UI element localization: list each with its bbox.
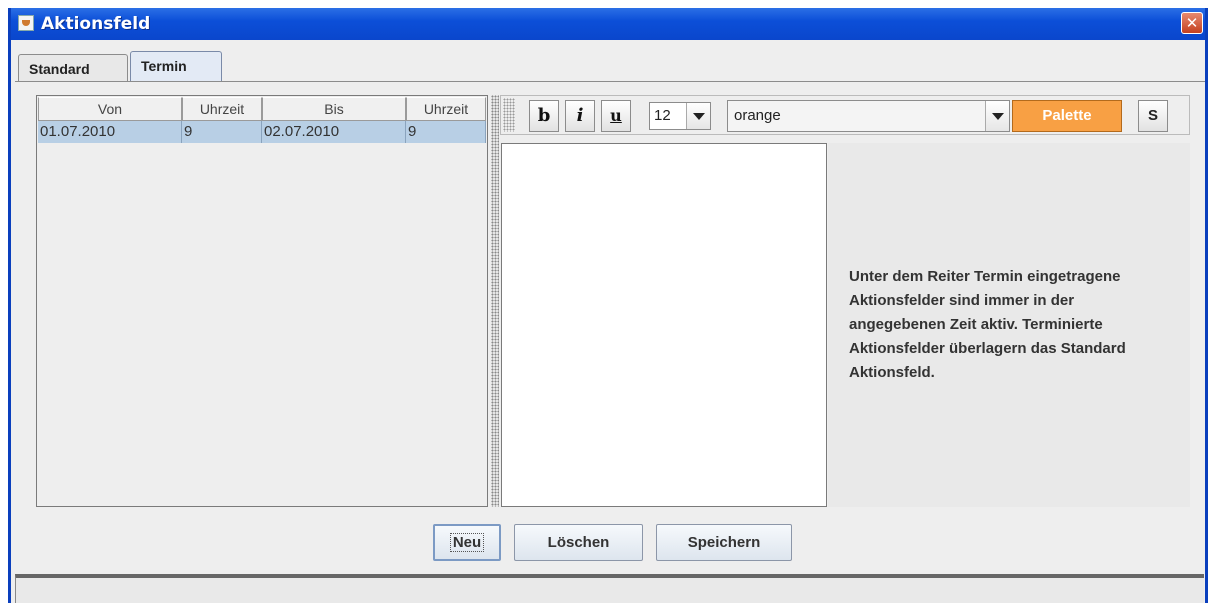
title-bar[interactable]: Aktionsfeld ✕ (11, 8, 1205, 40)
column-header-uhrzeit-from[interactable]: Uhrzeit (182, 97, 262, 121)
save-button[interactable]: Speichern (656, 524, 792, 561)
font-size-select[interactable]: 12 (649, 102, 711, 130)
italic-button[interactable]: i (565, 100, 595, 132)
java-app-icon (18, 15, 34, 31)
cell-von[interactable]: 01.07.2010 (38, 121, 182, 143)
window-title: Aktionsfeld (41, 14, 151, 34)
cell-uhrzeit-to[interactable]: 9 (406, 121, 486, 143)
termin-table: Von Uhrzeit Bis Uhrzeit 01.07.2010 9 02.… (36, 95, 488, 507)
chevron-down-icon[interactable] (985, 101, 1009, 131)
cell-uhrzeit-from[interactable]: 9 (182, 121, 262, 143)
new-button[interactable]: Neu (433, 524, 501, 561)
palette-button[interactable]: Palette (1012, 100, 1122, 132)
column-header-von[interactable]: Von (38, 97, 182, 121)
format-toolbar: b i u 12 orange Palette S (500, 95, 1190, 135)
chevron-down-icon[interactable] (686, 103, 710, 129)
tab-standard[interactable]: Standard (18, 54, 128, 82)
text-editor[interactable] (501, 143, 827, 507)
termin-panel: Von Uhrzeit Bis Uhrzeit 01.07.2010 9 02.… (19, 88, 1194, 514)
color-select[interactable]: orange (727, 100, 1010, 132)
tab-termin[interactable]: Termin (130, 51, 222, 82)
split-pane-divider[interactable] (491, 95, 499, 507)
aktionsfeld-window: Aktionsfeld ✕ Standard Termin Von Uhrzei… (8, 8, 1208, 603)
s-button[interactable]: S (1138, 100, 1168, 132)
column-header-bis[interactable]: Bis (262, 97, 406, 121)
bold-button[interactable]: b (529, 100, 559, 132)
info-text: Unter dem Reiter Termin eingetragene Akt… (849, 268, 1126, 381)
close-button[interactable]: ✕ (1181, 12, 1203, 34)
font-size-value: 12 (654, 107, 671, 124)
new-button-label: Neu (449, 533, 485, 552)
color-value: orange (734, 107, 781, 124)
underline-button[interactable]: u (601, 100, 631, 132)
tab-divider (15, 81, 1205, 82)
table-header: Von Uhrzeit Bis Uhrzeit (38, 97, 486, 121)
cell-bis[interactable]: 02.07.2010 (262, 121, 406, 143)
info-panel: Unter dem Reiter Termin eingetragene Akt… (828, 143, 1190, 507)
table-row[interactable]: 01.07.2010 9 02.07.2010 9 (38, 121, 486, 143)
toolbar-grip-handle[interactable] (503, 98, 515, 132)
status-bar (15, 574, 1204, 603)
delete-button[interactable]: Löschen (514, 524, 643, 561)
column-header-uhrzeit-to[interactable]: Uhrzeit (406, 97, 486, 121)
